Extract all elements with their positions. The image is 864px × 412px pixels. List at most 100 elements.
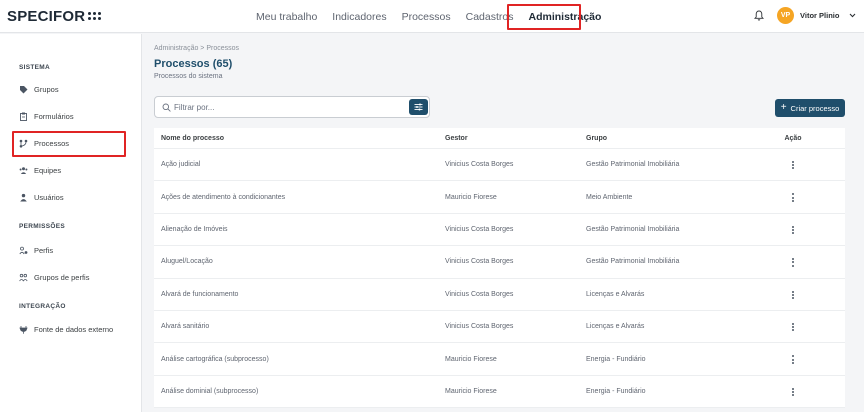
breadcrumb[interactable]: Administração > Processos xyxy=(154,45,239,52)
page-title: Processos (65) xyxy=(154,58,233,70)
sidebar-item-grupos[interactable]: Grupos xyxy=(19,81,59,97)
tag-icon xyxy=(20,85,28,93)
bell-icon[interactable] xyxy=(754,10,764,21)
group-cell: Gestão Patrimonial Imobiliária xyxy=(586,258,680,266)
table-row[interactable]: Ação judicial Vinicius Costa Borges Gestão… xyxy=(154,149,845,182)
section-title-sistema: SISTEMA xyxy=(19,64,50,71)
table-row[interactable]: Alienação de Imóveis Vinicius Costa Borge… xyxy=(154,214,845,247)
more-vertical-icon[interactable] xyxy=(789,321,797,333)
process-name-cell: Aluguel/Locação xyxy=(161,258,213,266)
manager-cell: Mauricio Fiorese xyxy=(445,387,497,395)
sidebar-item-label: Processos xyxy=(34,138,70,148)
process-name-cell: Alvará de funcionamento xyxy=(161,290,239,298)
clipboard-icon xyxy=(20,112,27,121)
column-header-name[interactable]: Nome do processo xyxy=(154,135,445,142)
sidebar-item-fonte-de-dados-externo[interactable]: Fonte de dados externo xyxy=(19,321,113,337)
manager-cell: Mauricio Fiorese xyxy=(445,193,497,201)
group-cell: Gestão Patrimonial Imobiliária xyxy=(586,225,680,233)
table-row[interactable]: Alvará de funcionamento Vinicius Costa Bo… xyxy=(154,279,845,311)
table-row[interactable]: Aluguel/Locação Vinicius Costa Borges Gest… xyxy=(154,246,845,279)
action-cell xyxy=(766,288,845,301)
manager-cell: Vinicius Costa Borges xyxy=(445,290,514,298)
avatar[interactable]: VP xyxy=(777,7,794,24)
more-vertical-icon[interactable] xyxy=(789,159,797,171)
manager-cell: Vinicius Costa Borges xyxy=(445,258,514,266)
table-header: Nome do processo Gestor Grupo Ação xyxy=(154,128,845,149)
column-header-group[interactable]: Grupo xyxy=(586,135,766,142)
nav-item-indicadores[interactable]: Indicadores xyxy=(332,11,386,23)
process-name-cell: Ações de atendimento à condicionantes xyxy=(161,193,286,201)
page-subtitle: Processos do sistema xyxy=(154,73,223,80)
action-cell xyxy=(766,158,845,171)
profile-group-icon xyxy=(19,273,28,281)
sliders-icon xyxy=(414,103,423,111)
table-row[interactable]: Análise cartográfica (subprocesso) Mauric… xyxy=(154,343,845,376)
main-nav: Meu trabalho Indicadores Processos Cadas… xyxy=(256,0,616,33)
group-cell: Energia - Fundiário xyxy=(586,355,646,363)
team-icon xyxy=(19,166,28,174)
more-vertical-icon[interactable] xyxy=(789,386,797,398)
filter-button[interactable] xyxy=(409,99,428,115)
sidebar-item-label: Usuários xyxy=(34,192,64,202)
group-cell: Energia - Fundiário xyxy=(586,387,646,395)
sidebar-item-equipes[interactable]: Equipes xyxy=(19,162,61,178)
process-name-cell: Alienação de Imóveis xyxy=(161,225,228,233)
process-table: Nome do processo Gestor Grupo Ação Ação … xyxy=(154,128,845,409)
sidebar-item-grupos-de-perfis[interactable]: Grupos de perfis xyxy=(19,269,89,285)
process-icon xyxy=(19,139,28,148)
table-row[interactable]: Análise dominial (subprocesso) Mauricio F… xyxy=(154,376,845,409)
more-vertical-icon[interactable] xyxy=(789,192,797,204)
action-cell xyxy=(766,255,845,268)
chevron-down-icon[interactable] xyxy=(849,12,856,19)
manager-cell: Vinicius Costa Borges xyxy=(445,161,514,169)
group-cell: Licenças e Alvarás xyxy=(586,323,645,331)
manager-cell: Mauricio Fiorese xyxy=(445,355,497,363)
process-name-cell: Análise dominial (subprocesso) xyxy=(161,387,259,395)
manager-cell: Vinicius Costa Borges xyxy=(445,225,514,233)
sidebar-item-processos[interactable]: Processos xyxy=(19,135,69,151)
manager-cell: Vinicius Costa Borges xyxy=(445,323,514,331)
user-name[interactable]: Vitor Plinio xyxy=(800,11,839,20)
create-process-label: Criar processo xyxy=(790,103,840,113)
sidebar-item-usuarios[interactable]: Usuários xyxy=(19,189,64,205)
plus-icon: + xyxy=(780,102,787,113)
profile-icon xyxy=(19,246,28,254)
sidebar-item-label: Formulários xyxy=(34,111,74,121)
logo-text: SPECIFOR xyxy=(7,8,86,25)
search-input[interactable] xyxy=(174,100,394,114)
nav-item-meu-trabalho[interactable]: Meu trabalho xyxy=(256,11,317,23)
sidebar: SISTEMA Grupos Formulários Processos Equ… xyxy=(0,34,142,412)
nav-item-cadastros[interactable]: Cadastros xyxy=(466,11,514,23)
action-cell xyxy=(766,352,845,365)
action-cell xyxy=(766,385,845,398)
action-cell xyxy=(766,320,845,333)
sidebar-item-label: Grupos xyxy=(34,84,59,94)
sidebar-item-label: Fonte de dados externo xyxy=(34,324,114,334)
group-cell: Gestão Patrimonial Imobiliária xyxy=(586,161,680,169)
nav-item-administracao[interactable]: Administração xyxy=(528,11,601,23)
section-title-permissoes: PERMISSÕES xyxy=(19,223,65,230)
sidebar-item-formularios[interactable]: Formulários xyxy=(19,108,74,124)
more-vertical-icon[interactable] xyxy=(789,354,797,366)
create-process-button[interactable]: + Criar processo xyxy=(775,99,845,117)
sidebar-item-perfis[interactable]: Perfis xyxy=(19,242,53,258)
table-body: Ação judicial Vinicius Costa Borges Gestão… xyxy=(154,149,845,409)
nav-item-processos[interactable]: Processos xyxy=(402,11,451,23)
process-name-cell: Análise cartográfica (subprocesso) xyxy=(161,355,269,363)
plug-icon xyxy=(19,325,28,334)
sidebar-item-label: Grupos de perfis xyxy=(34,272,90,282)
table-row[interactable]: Alvará sanitário Vinicius Costa Borges Lic… xyxy=(154,311,845,344)
search-box xyxy=(154,96,430,118)
user-icon xyxy=(20,193,27,201)
section-title-integracao: INTEGRAÇÃO xyxy=(19,303,66,310)
process-name-cell: Ação judicial xyxy=(161,161,201,169)
column-header-manager[interactable]: Gestor xyxy=(445,135,586,142)
more-vertical-icon[interactable] xyxy=(789,256,797,268)
action-cell xyxy=(766,190,845,203)
logo-dots-icon xyxy=(88,12,102,21)
app-logo[interactable]: SPECIFOR xyxy=(7,8,102,25)
process-name-cell: Alvará sanitário xyxy=(161,323,210,331)
more-vertical-icon[interactable] xyxy=(789,224,797,236)
table-row[interactable]: Ações de atendimento à condicionantes Mau… xyxy=(154,181,845,214)
more-vertical-icon[interactable] xyxy=(789,289,797,301)
